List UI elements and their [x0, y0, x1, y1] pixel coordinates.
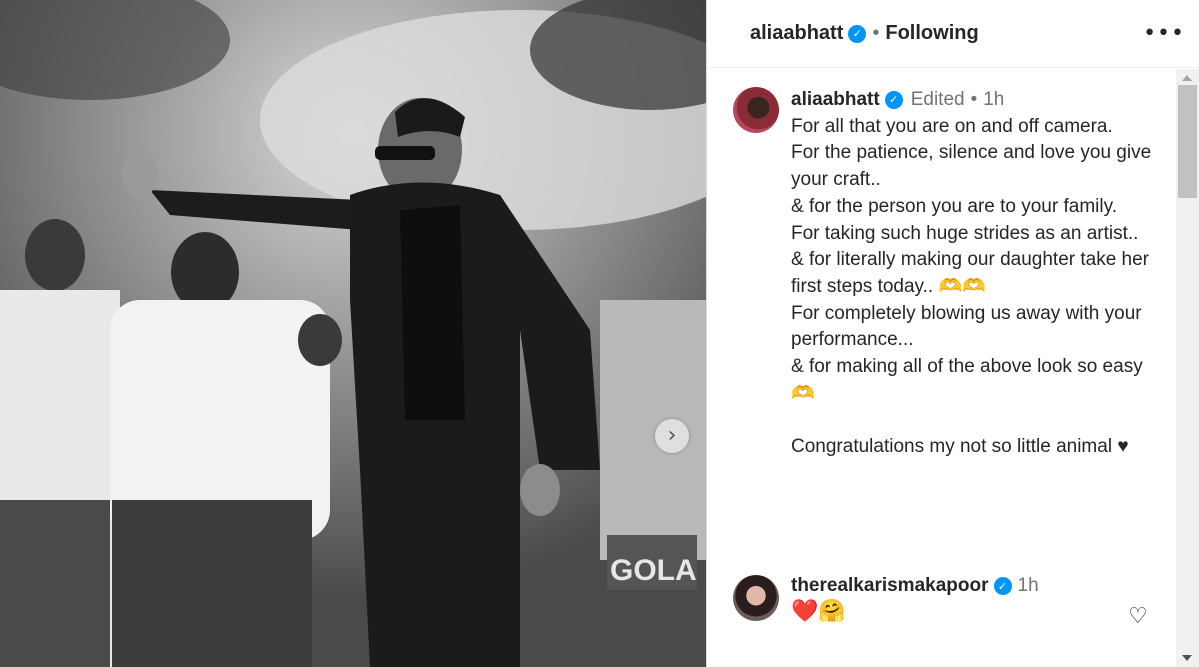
- following-button[interactable]: Following: [885, 22, 978, 45]
- svg-text:GOLA: GOLA: [610, 554, 697, 587]
- comment-timestamp[interactable]: 1h: [1018, 575, 1039, 597]
- post-caption: aliaabhatt ✓ Edited • 1h For all that yo…: [791, 87, 1161, 461]
- post-header: aliaabhatt ✓ • Following •••: [707, 0, 1199, 68]
- more-options-icon[interactable]: •••: [1143, 21, 1185, 46]
- verified-badge-icon: ✓: [993, 577, 1012, 595]
- comment-text: ❤️🤗: [791, 598, 846, 623]
- verified-badge-icon: ✓: [848, 24, 867, 43]
- scroll-down-arrow-icon[interactable]: [1182, 655, 1192, 661]
- post-image: GOLA ›: [0, 0, 706, 667]
- caption-text: For all that you are on and off camera. …: [791, 115, 1152, 458]
- heart-icon[interactable]: ♡: [1128, 604, 1148, 629]
- post-author-username[interactable]: aliaabhatt: [750, 22, 843, 45]
- caption-author-avatar[interactable]: [733, 87, 779, 133]
- carousel-next-button[interactable]: ›: [655, 419, 689, 453]
- chevron-right-icon: ›: [667, 423, 677, 448]
- caption-timestamp[interactable]: 1h: [983, 87, 1004, 114]
- comments-scroll-area: aliaabhatt ✓ Edited • 1h For all that yo…: [707, 69, 1177, 667]
- commenter-avatar[interactable]: [733, 575, 779, 621]
- comment-item: therealkarismakapoor ✓ 1h ❤️🤗: [791, 575, 1161, 625]
- commenter-username[interactable]: therealkarismakapoor: [791, 575, 989, 597]
- post-photo-illustration: GOLA: [0, 0, 706, 667]
- scrollbar[interactable]: [1176, 69, 1199, 667]
- scroll-up-arrow-icon[interactable]: [1182, 75, 1192, 81]
- comment-header: therealkarismakapoor ✓ 1h: [791, 575, 1161, 597]
- scrollbar-thumb[interactable]: [1178, 85, 1197, 198]
- post-side-panel: aliaabhatt ✓ • Following ••• aliaabhatt …: [706, 0, 1199, 667]
- caption-author-username[interactable]: aliaabhatt: [791, 87, 880, 114]
- verified-badge-icon: ✓: [884, 91, 903, 110]
- header-separator: •: [872, 22, 880, 44]
- caption-header: aliaabhatt ✓ Edited • 1h: [791, 87, 1161, 114]
- edited-label: Edited: [910, 89, 965, 110]
- caption-separator: •: [970, 89, 978, 110]
